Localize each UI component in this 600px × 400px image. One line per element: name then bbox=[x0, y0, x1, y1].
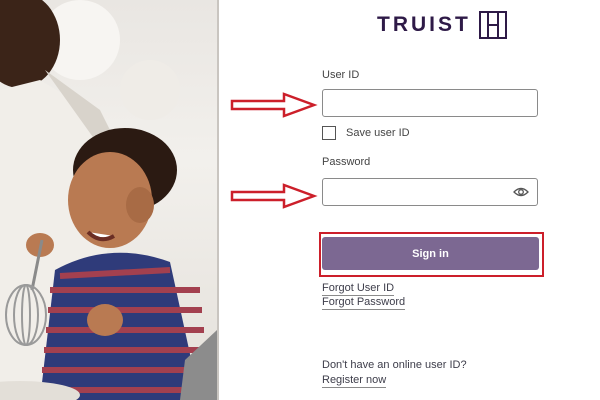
panel-divider bbox=[217, 0, 219, 400]
save-user-id-label[interactable]: Save user ID bbox=[346, 127, 410, 139]
password-label: Password bbox=[322, 156, 371, 168]
show-password-eye-icon[interactable] bbox=[513, 186, 529, 198]
user-id-label: User ID bbox=[322, 69, 360, 81]
save-user-id-checkbox[interactable] bbox=[322, 126, 336, 140]
brand-name: TRUIST bbox=[377, 13, 471, 36]
truist-logo-mark-icon bbox=[478, 11, 507, 39]
register-now-link[interactable]: Register now bbox=[322, 374, 387, 388]
hero-photo-illustration bbox=[0, 0, 217, 400]
forgot-user-id-link[interactable]: Forgot User ID bbox=[322, 282, 395, 296]
password-input[interactable] bbox=[323, 179, 537, 205]
annotation-arrow-user-id bbox=[230, 92, 318, 118]
user-id-input[interactable] bbox=[323, 90, 537, 116]
password-field-wrapper bbox=[322, 178, 538, 206]
hero-photo bbox=[0, 0, 217, 400]
user-id-field-wrapper bbox=[322, 89, 538, 117]
truist-logo: TRUIST bbox=[377, 11, 507, 39]
no-online-id-text: Don't have an online user ID? bbox=[322, 359, 467, 371]
sign-in-button[interactable]: Sign in bbox=[322, 237, 539, 270]
annotation-arrow-password bbox=[230, 183, 318, 209]
forgot-password-link[interactable]: Forgot Password bbox=[322, 296, 406, 310]
